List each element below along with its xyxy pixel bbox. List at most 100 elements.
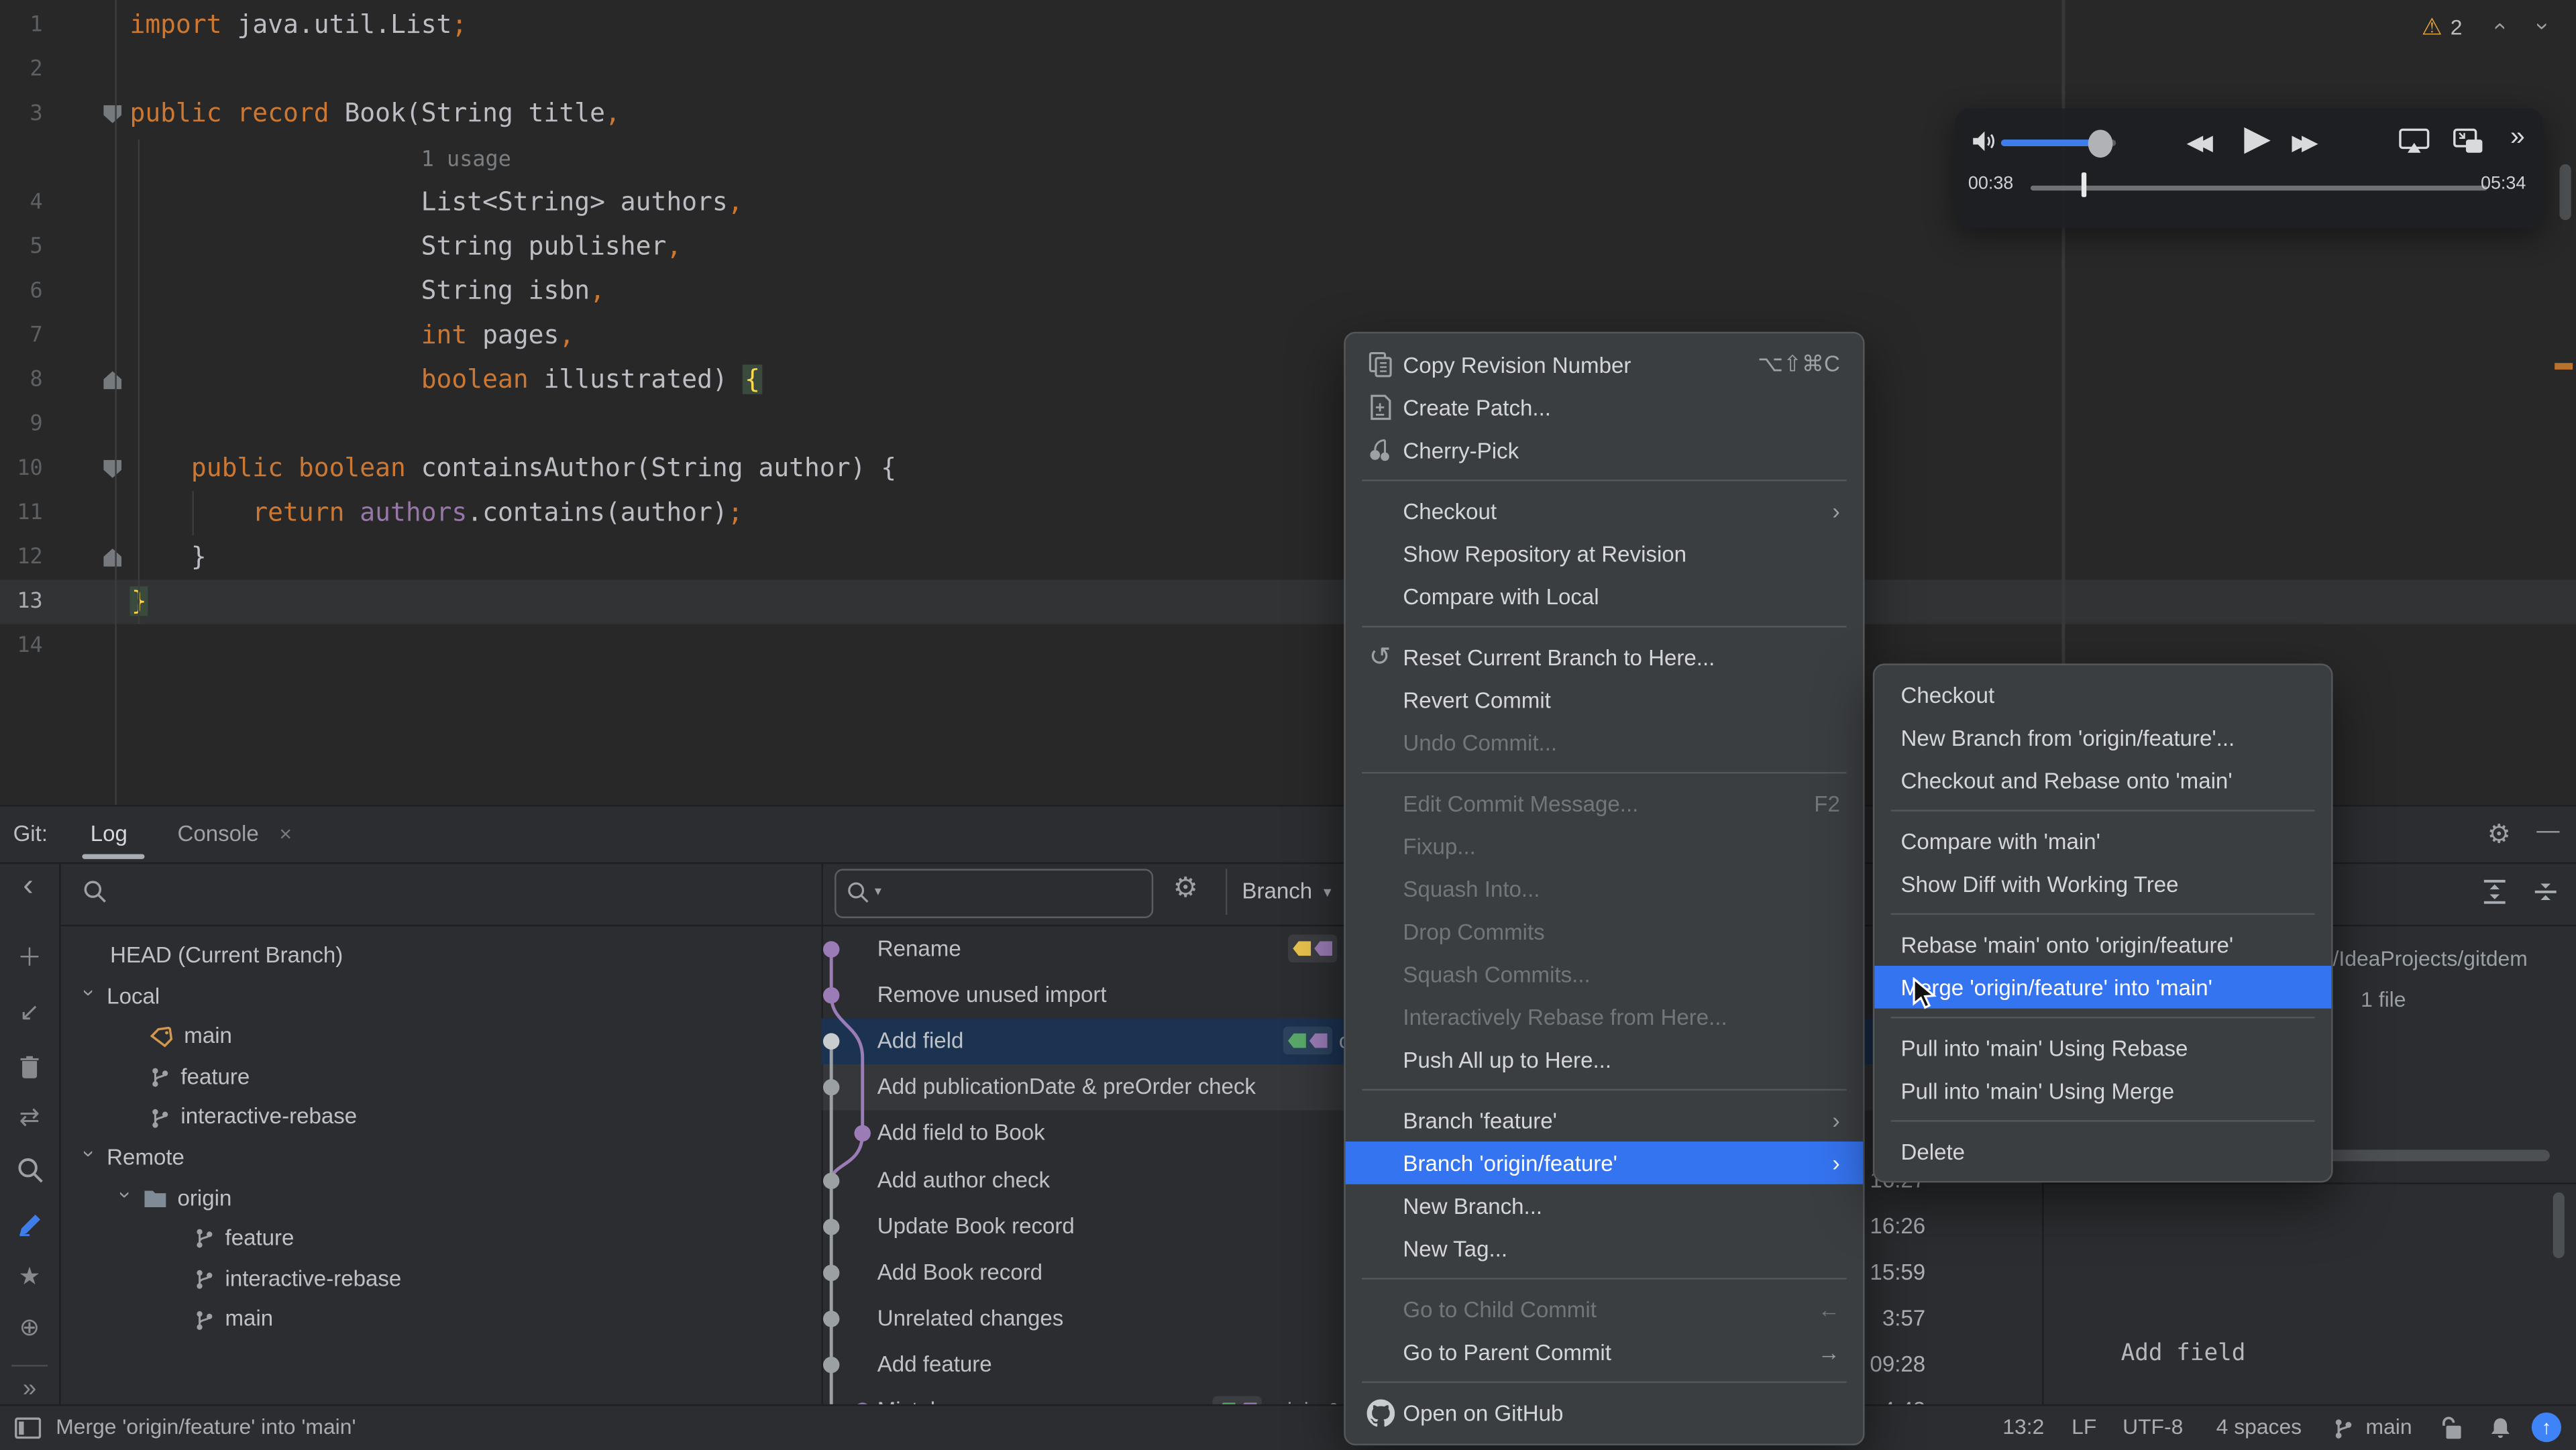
search-dropdown-arrow[interactable]: ▼: [872, 887, 883, 898]
code-line[interactable]: 5 String publisher,: [0, 225, 2576, 270]
back-icon[interactable]: ‹: [23, 869, 33, 905]
more-chevrons-icon[interactable]: »: [2510, 123, 2525, 153]
menu-item-go-to-parent-commit[interactable]: Go to Parent Commit →: [1346, 1331, 1863, 1374]
menu-item-checkout[interactable]: Checkout ›: [1346, 490, 1863, 533]
submenu-item-new-branch-from-origin-feature[interactable]: New Branch from 'origin/feature'...: [1874, 716, 2331, 759]
code-line[interactable]: 10 public boolean containsAuthor(String …: [0, 447, 2576, 491]
notifications-bell-icon[interactable]: [2489, 1416, 2512, 1441]
push-commits-icon[interactable]: ↑: [2531, 1412, 2561, 1443]
code-line[interactable]: 6 String isbn,: [0, 270, 2576, 314]
branches-tree[interactable]: HEAD (Current Branch) › Local main feature in…: [59, 936, 821, 1406]
indent-setting[interactable]: 4 spaces: [2216, 1414, 2302, 1439]
submenu-item-pull-into-main-using-merge[interactable]: Pull into 'main' Using Merge: [1874, 1069, 2331, 1112]
tree-item-main[interactable]: main: [59, 1300, 821, 1340]
gear-icon[interactable]: ⚙: [2487, 818, 2511, 851]
menu-item-branch-feature[interactable]: Branch 'feature' ›: [1346, 1099, 1863, 1141]
menu-item-drop-commits[interactable]: Drop Commits: [1346, 910, 1863, 953]
playhead[interactable]: [2081, 172, 2086, 197]
menu-item-compare-with-local[interactable]: Compare with Local: [1346, 575, 1863, 618]
target-icon[interactable]: ⊕: [0, 1309, 59, 1345]
submenu-item-compare-with-main[interactable]: Compare with 'main': [1874, 820, 2331, 862]
log-settings-gear-icon[interactable]: ⚙: [1173, 872, 1198, 905]
vertical-scrollbar[interactable]: [2553, 1192, 2565, 1258]
branch-dropdown-arrow[interactable]: ▼: [1321, 885, 1334, 900]
tree-item-interactive-rebase[interactable]: interactive-rebase: [59, 1260, 821, 1300]
tree-item-origin[interactable]: › origin: [59, 1178, 821, 1219]
prev-warning-icon[interactable]: ›: [2485, 22, 2511, 30]
submenu-item-show-diff-with-working-tree[interactable]: Show Diff with Working Tree: [1874, 862, 2331, 905]
add-icon[interactable]: ＋: [0, 938, 59, 974]
play-icon[interactable]: ▶: [2244, 118, 2271, 159]
menu-item-squash-into[interactable]: Squash Into...: [1346, 867, 1863, 910]
filter-search-icon[interactable]: [82, 879, 108, 905]
inspections-widget[interactable]: ⚠ 2 › ›: [2422, 10, 2557, 43]
submenu-item-checkout[interactable]: Checkout: [1874, 673, 2331, 716]
code-line[interactable]: 13}: [0, 579, 2576, 624]
menu-item-show-repository-at-revision[interactable]: Show Repository at Revision: [1346, 532, 1863, 575]
speaker-icon[interactable]: [1972, 129, 1998, 152]
pip-icon[interactable]: [2453, 128, 2484, 154]
menu-item-open-on-github[interactable]: Open on GitHub: [1346, 1391, 1863, 1434]
code-line[interactable]: 8 boolean illustrated) {: [0, 358, 2576, 402]
close-icon[interactable]: ×: [279, 821, 292, 846]
branch-filter-dropdown[interactable]: Branch: [1242, 879, 1312, 903]
menu-item-interactively-rebase-from-here[interactable]: Interactively Rebase from Here...: [1346, 995, 1863, 1038]
checkout-edit-icon[interactable]: [0, 1206, 59, 1242]
collapse-all-icon[interactable]: [2532, 879, 2560, 905]
menu-item-copy-revision-number[interactable]: Copy Revision Number ⌥⇧⌘C: [1346, 343, 1863, 386]
fold-marker-icon[interactable]: [103, 548, 122, 567]
menu-item-cherry-pick[interactable]: Cherry-Pick: [1346, 429, 1863, 471]
fold-marker-icon[interactable]: [103, 371, 122, 390]
expand-all-icon[interactable]: [2481, 879, 2509, 905]
more-icon[interactable]: »: [0, 1370, 59, 1406]
tab-console[interactable]: Console: [177, 821, 258, 846]
tree-item-interactive-rebase[interactable]: interactive-rebase: [59, 1098, 821, 1138]
line-ending[interactable]: LF: [2072, 1414, 2096, 1439]
next-warning-icon[interactable]: ›: [2530, 22, 2557, 30]
menu-item-undo-commit[interactable]: Undo Commit...: [1346, 721, 1863, 764]
menu-item-branch-origin-feature[interactable]: Branch 'origin/feature' ›: [1345, 1141, 1864, 1184]
chevron-down-icon[interactable]: ›: [68, 1150, 109, 1166]
code-line[interactable]: 1 import java.util.List;: [0, 3, 2576, 48]
tree-item-local[interactable]: › Local: [59, 977, 821, 1017]
tab-log[interactable]: Log: [91, 821, 127, 846]
menu-item-squash-commits[interactable]: Squash Commits...: [1346, 952, 1863, 995]
search-icon[interactable]: [0, 1152, 59, 1188]
tool-windows-icon[interactable]: [15, 1417, 42, 1439]
menu-item-revert-commit[interactable]: Revert Commit: [1346, 678, 1863, 721]
menu-item-push-all-up-to-here[interactable]: Push All up to Here...: [1346, 1038, 1863, 1081]
code-line[interactable]: 14: [0, 624, 2576, 669]
video-player-overlay[interactable]: ◀◀ ▶ ▶▶ » 00:38 05:34: [1955, 108, 2544, 229]
submenu-item-checkout-and-rebase-onto-main[interactable]: Checkout and Rebase onto 'main': [1874, 759, 2331, 801]
code-line[interactable]: 2: [0, 48, 2576, 92]
menu-item-edit-commit-message[interactable]: Edit Commit Message... F2: [1346, 782, 1863, 825]
current-branch[interactable]: main: [2366, 1414, 2412, 1439]
menu-item-create-patch[interactable]: Create Patch...: [1346, 386, 1863, 429]
code-line[interactable]: 11 return authors.contains(author);: [0, 491, 2576, 535]
tree-item-feature[interactable]: feature: [59, 1219, 821, 1260]
rewind-icon[interactable]: ◀◀: [2187, 129, 2213, 156]
chevron-down-icon[interactable]: ›: [68, 989, 109, 1005]
submenu-item-merge-origin-feature-into-main[interactable]: Merge 'origin/feature' into 'main': [1874, 966, 2332, 1009]
menu-item-go-to-child-commit[interactable]: Go to Child Commit ←: [1346, 1288, 1863, 1331]
minimize-icon[interactable]: —: [2536, 816, 2559, 842]
submenu-item-rebase-main-onto-origin-feature[interactable]: Rebase 'main' onto 'origin/feature': [1874, 923, 2331, 966]
volume-knob[interactable]: [2088, 129, 2113, 158]
unlock-icon[interactable]: [2441, 1416, 2464, 1441]
menu-item-new-tag[interactable]: New Tag...: [1346, 1227, 1863, 1270]
caret-position[interactable]: 13:2: [2002, 1414, 2044, 1439]
submenu-item-delete[interactable]: Delete: [1874, 1130, 2331, 1173]
submenu-item-pull-into-main-using-rebase[interactable]: Pull into 'main' Using Rebase: [1874, 1027, 2331, 1070]
chevron-down-icon[interactable]: ›: [105, 1190, 145, 1207]
progress-bar[interactable]: [2030, 185, 2487, 191]
encoding[interactable]: UTF-8: [2123, 1414, 2183, 1439]
swap-arrows-icon[interactable]: ⇄: [0, 1099, 59, 1135]
code-line[interactable]: 9: [0, 402, 2576, 447]
fast-forward-icon[interactable]: ▶▶: [2292, 129, 2318, 156]
commit-search-input[interactable]: ▼: [835, 869, 1154, 918]
menu-item-reset-current-branch-to-here[interactable]: ↺ Reset Current Branch to Here...: [1346, 636, 1863, 679]
editor-scrollbar[interactable]: [2559, 164, 2571, 221]
star-icon[interactable]: ★: [0, 1258, 59, 1294]
tree-item-main[interactable]: main: [59, 1017, 821, 1057]
fold-marker-icon[interactable]: [103, 105, 122, 123]
